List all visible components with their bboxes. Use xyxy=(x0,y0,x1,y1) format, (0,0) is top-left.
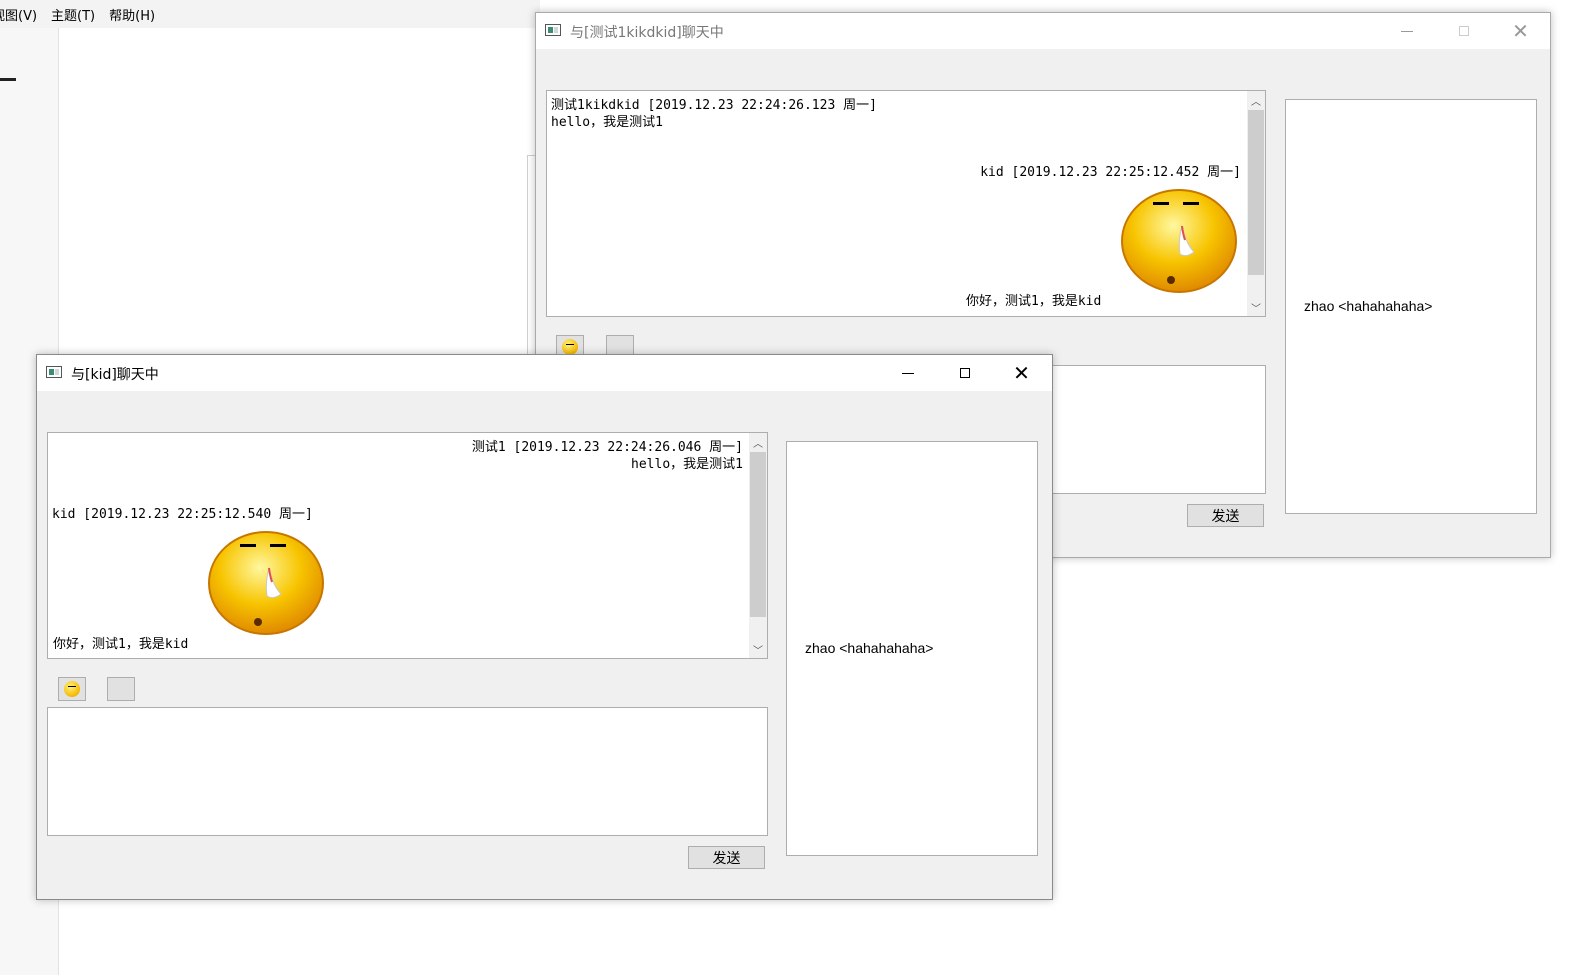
minimize-icon xyxy=(901,372,914,374)
app-icon xyxy=(46,366,62,378)
message-history[interactable]: 测试1 [2019.12.23 22:24:26.046 周一] hello，我… xyxy=(47,432,768,659)
vertical-scrollbar[interactable]: ︿ ﹀ xyxy=(749,433,767,658)
send-button[interactable]: 发送 xyxy=(1187,504,1264,527)
message-header: kid [2019.12.23 22:25:12.452 周一] xyxy=(980,165,1241,180)
message-text: 你好，测试1，我是kid xyxy=(53,637,189,652)
message-text: hello，我是测试1 xyxy=(551,115,663,130)
scroll-down-icon[interactable]: ﹀ xyxy=(1247,298,1265,316)
message-input[interactable] xyxy=(47,707,768,836)
close-icon: ✕ xyxy=(1512,19,1529,43)
message-text: 你好，测试1，我是kid xyxy=(966,294,1102,309)
emoji-button[interactable] xyxy=(58,677,86,701)
menu-view[interactable]: 视图(V) xyxy=(0,5,37,24)
sleepy-smiley-icon xyxy=(1121,189,1237,293)
maximize-button[interactable] xyxy=(936,355,993,391)
chat-window-front: 与[kid]聊天中 ✕ 测试1 [2019.12.23 22:24:26.046… xyxy=(36,354,1053,900)
menu-help[interactable]: 帮助(H) xyxy=(109,5,155,24)
user-list-item[interactable]: zhao <hahahahaha> xyxy=(805,640,933,656)
minimize-button[interactable] xyxy=(879,355,936,391)
background-menubar: 视图(V) 主题(T) 帮助(H) xyxy=(0,0,540,28)
maximize-button[interactable] xyxy=(1435,13,1492,49)
user-list[interactable]: zhao <hahahahaha> xyxy=(1285,99,1537,514)
title-bar[interactable]: 与[kid]聊天中 ✕ xyxy=(37,355,1052,391)
close-button[interactable]: ✕ xyxy=(993,355,1050,391)
menu-theme[interactable]: 主题(T) xyxy=(51,5,95,24)
close-icon: ✕ xyxy=(1013,361,1030,385)
extra-toolbar-button[interactable] xyxy=(107,677,135,701)
message-header: kid [2019.12.23 22:25:12.540 周一] xyxy=(52,507,313,522)
user-list-item[interactable]: zhao <hahahahaha> xyxy=(1304,298,1432,314)
smiley-icon xyxy=(64,681,80,697)
maximize-icon xyxy=(959,368,970,378)
vertical-scrollbar[interactable]: ︿ ﹀ xyxy=(1247,91,1265,316)
scroll-up-icon[interactable]: ︿ xyxy=(1247,91,1265,109)
sleepy-smiley-icon xyxy=(208,531,324,635)
message-text: hello，我是测试1 xyxy=(631,457,743,472)
send-button[interactable]: 发送 xyxy=(688,846,765,869)
minimize-icon xyxy=(1400,30,1413,32)
user-list[interactable]: zhao <hahahahaha> xyxy=(786,441,1038,856)
scroll-thumb[interactable] xyxy=(750,452,766,617)
close-button[interactable]: ✕ xyxy=(1492,13,1549,49)
app-icon xyxy=(545,24,561,36)
scroll-up-icon[interactable]: ︿ xyxy=(749,433,767,451)
minimize-button[interactable] xyxy=(1378,13,1435,49)
background-dash-mark xyxy=(0,78,16,81)
scroll-thumb[interactable] xyxy=(1248,110,1264,275)
message-history[interactable]: 测试1kikdkid [2019.12.23 22:24:26.123 周一] … xyxy=(546,90,1266,317)
window-title: 与[kid]聊天中 xyxy=(71,367,159,383)
maximize-icon xyxy=(1458,26,1469,36)
smiley-icon xyxy=(562,339,578,355)
window-title: 与[测试1kikdkid]聊天中 xyxy=(570,25,724,41)
scroll-down-icon[interactable]: ﹀ xyxy=(749,640,767,658)
title-bar[interactable]: 与[测试1kikdkid]聊天中 ✕ xyxy=(536,13,1550,49)
